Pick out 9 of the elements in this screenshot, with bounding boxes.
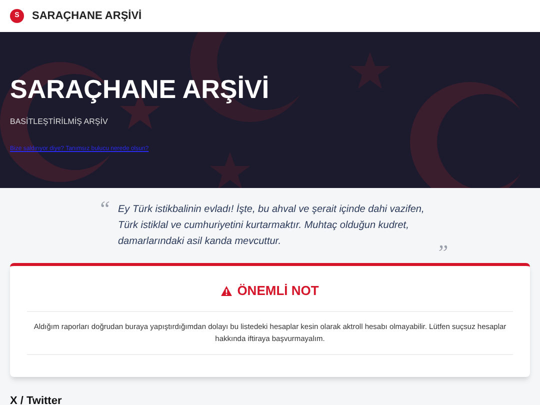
hero-subtitle: BASİTLEŞTİRİLMİŞ ARŞİV	[10, 116, 108, 128]
hero-title: SARAÇHANE ARŞİVİ	[10, 74, 270, 104]
warning-icon	[221, 286, 232, 296]
quote-mark: “	[98, 195, 110, 223]
quote-mark: ”	[436, 239, 448, 267]
section-title: X / Twitter	[9, 394, 63, 405]
quote-text: Ey Türk istikbalinin evladı! İşte, bu ahval ve şerait içinde dahi vazifen, Türk istiklal ve cumhuriyetini kurtarmaktır. Muhtaç olduğun kudret, damarlarındaki asil kanda mevcuttur.	[118, 202, 426, 249]
notice-title: ÖNEMLİ NOT	[237, 282, 319, 300]
site-title: SARAÇHANE ARŞİVİ	[32, 8, 142, 24]
